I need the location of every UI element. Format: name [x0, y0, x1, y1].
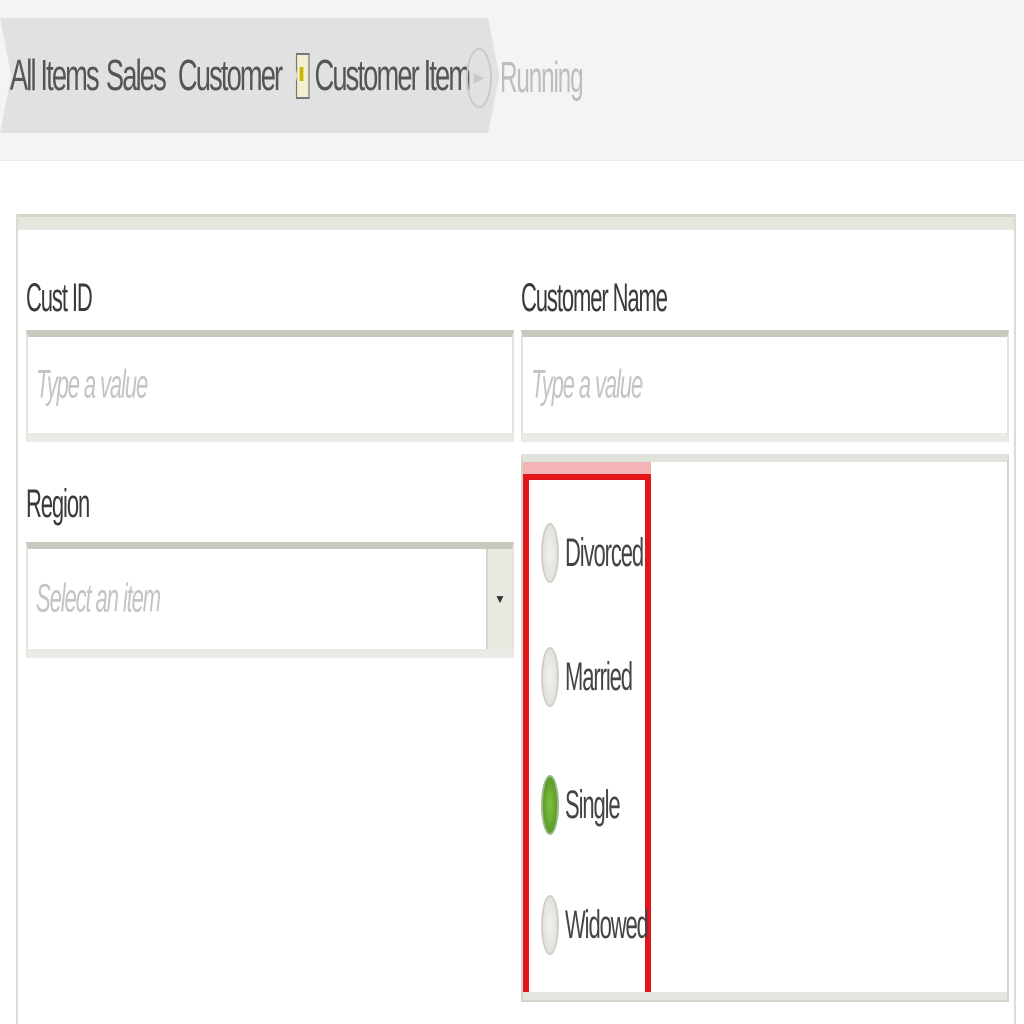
radio-button-icon[interactable] [541, 523, 559, 583]
chevron-down-icon[interactable]: ▼ [486, 549, 512, 649]
radio-option-divorced[interactable]: Divorced [541, 518, 707, 588]
region-dropdown[interactable]: Select an item ▼ [26, 542, 514, 658]
region-label: Region [26, 482, 90, 526]
breadcrumb-bar: All Items Sales Customer Customer Item R… [0, 0, 1024, 161]
breadcrumb-label: Customer Item [314, 50, 470, 100]
panel-header [18, 214, 1014, 230]
marital-status-radio-group: Divorced Married Single Widowed [521, 454, 1009, 1002]
radio-option-widowed[interactable]: Widowed [541, 890, 716, 960]
form-icon [296, 53, 310, 99]
cust-id-field[interactable]: Type a value [26, 330, 514, 442]
play-icon [466, 47, 492, 108]
radio-button-icon[interactable] [541, 895, 559, 955]
form-panel: Cust ID Type a value Customer Name Type … [16, 214, 1016, 1024]
breadcrumb-item-customer[interactable]: Customer [168, 18, 286, 133]
customer-name-field[interactable]: Type a value [521, 330, 1009, 442]
breadcrumb-item-customer-item[interactable]: Customer Item [286, 18, 476, 133]
radio-label: Married [565, 654, 633, 699]
radio-label: Single [565, 782, 621, 827]
radio-option-married[interactable]: Married [541, 642, 687, 712]
status-running: Running [466, 30, 650, 125]
highlight-band [523, 462, 651, 474]
breadcrumb-label: Customer [177, 50, 282, 100]
highlight-frame: Divorced Married Single Widowed [523, 474, 651, 998]
customer-name-label: Customer Name [521, 276, 668, 320]
breadcrumb: All Items Sales Customer Customer Item [0, 18, 476, 133]
status-label: Running [500, 52, 584, 102]
cust-id-placeholder: Type a value [36, 362, 148, 407]
radio-group-footer [523, 992, 1007, 1000]
breadcrumb-label: Sales [105, 50, 165, 100]
breadcrumb-item-sales[interactable]: Sales [96, 18, 168, 133]
radio-button-selected-icon[interactable] [541, 775, 559, 835]
radio-label: Widowed [565, 902, 649, 947]
breadcrumb-item-all-items[interactable]: All Items [0, 18, 96, 133]
customer-name-placeholder: Type a value [531, 362, 643, 407]
breadcrumb-label: All Items [9, 50, 98, 100]
region-placeholder: Select an item [36, 576, 161, 621]
cust-id-label: Cust ID [26, 276, 93, 320]
radio-label: Divorced [565, 530, 644, 575]
radio-option-single[interactable]: Single [541, 770, 664, 840]
radio-button-icon[interactable] [541, 647, 559, 707]
